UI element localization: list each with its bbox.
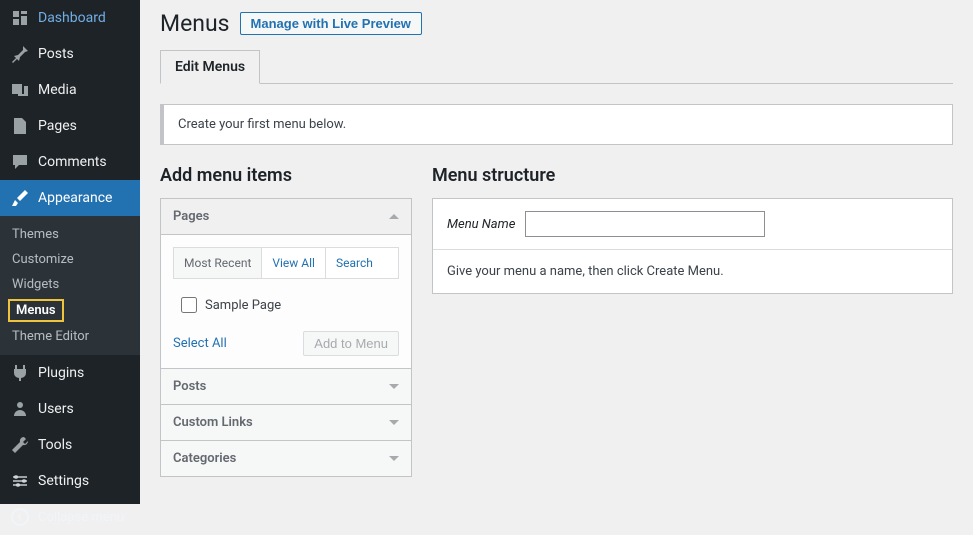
tab-edit-menus[interactable]: Edit Menus — [160, 50, 260, 84]
users-icon — [10, 399, 30, 419]
tab-most-recent[interactable]: Most Recent — [174, 248, 262, 278]
admin-sidebar: Dashboard Posts Media Pages Comments App… — [0, 0, 140, 504]
info-notice: Create your first menu below. — [160, 104, 953, 145]
page-item-row[interactable]: Sample Page — [173, 291, 399, 319]
select-all-link[interactable]: Select All — [173, 336, 227, 351]
live-preview-button[interactable]: Manage with Live Preview — [240, 12, 422, 35]
chevron-down-icon — [389, 384, 399, 389]
notice-text: Create your first menu below. — [178, 117, 346, 132]
page-header: Menus Manage with Live Preview — [160, 10, 953, 37]
submenu-widgets[interactable]: Widgets — [0, 272, 140, 297]
add-to-menu-button[interactable]: Add to Menu — [303, 331, 399, 356]
sidebar-label: Users — [38, 401, 130, 417]
chevron-up-icon — [389, 214, 399, 219]
sidebar-label: Dashboard — [38, 10, 130, 26]
sidebar-item-pages[interactable]: Pages — [0, 108, 140, 144]
accordion-toggle-custom-links[interactable]: Custom Links — [161, 405, 411, 440]
page-item-label: Sample Page — [205, 298, 281, 313]
main-content: Menus Manage with Live Preview Edit Menu… — [140, 0, 973, 504]
sidebar-item-comments[interactable]: Comments — [0, 144, 140, 180]
collapse-label: Collapse menu — [38, 510, 124, 525]
chevron-down-icon — [389, 456, 399, 461]
wrench-icon — [10, 435, 30, 455]
sidebar-item-posts[interactable]: Posts — [0, 36, 140, 72]
pin-icon — [10, 44, 30, 64]
submenu-theme-editor[interactable]: Theme Editor — [0, 324, 140, 349]
accordion-custom-links: Custom Links — [160, 404, 412, 441]
sidebar-label: Appearance — [38, 190, 130, 206]
comment-icon — [10, 152, 30, 172]
nav-tabs: Edit Menus — [160, 49, 953, 84]
appearance-submenu: Themes Customize Widgets Menus Theme Edi… — [0, 216, 140, 355]
sidebar-item-media[interactable]: Media — [0, 72, 140, 108]
add-items-title: Add menu items — [160, 165, 412, 186]
menu-panel: Menu Name Give your menu a name, then cl… — [432, 198, 953, 294]
page-title: Menus — [160, 10, 230, 37]
accordion-categories: Categories — [160, 440, 412, 477]
sidebar-item-users[interactable]: Users — [0, 391, 140, 427]
sidebar-item-appearance[interactable]: Appearance — [0, 180, 140, 216]
pages-icon — [10, 116, 30, 136]
menu-structure-column: Menu structure Menu Name Give your menu … — [432, 165, 953, 476]
collapse-menu-button[interactable]: Collapse menu — [0, 499, 140, 535]
collapse-icon — [10, 507, 30, 527]
sidebar-label: Pages — [38, 118, 130, 134]
accordion-label: Categories — [173, 451, 236, 466]
pages-filter-tabs: Most Recent View All Search — [173, 247, 399, 279]
tab-view-all[interactable]: View All — [262, 248, 326, 278]
plug-icon — [10, 363, 30, 383]
sidebar-label: Comments — [38, 154, 130, 170]
sidebar-item-settings[interactable]: Settings — [0, 463, 140, 499]
submenu-menus[interactable]: Menus — [8, 299, 64, 322]
menu-panel-body: Give your menu a name, then click Create… — [433, 250, 952, 293]
accordion-toggle-posts[interactable]: Posts — [161, 369, 411, 404]
chevron-down-icon — [389, 420, 399, 425]
accordion-label: Custom Links — [173, 415, 253, 430]
menu-panel-header: Menu Name — [433, 199, 952, 250]
sidebar-label: Plugins — [38, 365, 130, 381]
menu-instruction: Give your menu a name, then click Create… — [447, 264, 938, 279]
sidebar-label: Media — [38, 82, 130, 98]
sidebar-item-tools[interactable]: Tools — [0, 427, 140, 463]
media-icon — [10, 80, 30, 100]
sidebar-label: Settings — [38, 473, 130, 489]
sliders-icon — [10, 471, 30, 491]
submenu-customize[interactable]: Customize — [0, 247, 140, 272]
tab-search[interactable]: Search — [326, 248, 383, 278]
menu-name-label: Menu Name — [447, 217, 515, 232]
add-menu-items-column: Add menu items Pages Most Recent View Al… — [160, 165, 412, 476]
accordion-pages: Pages Most Recent View All Search Sample… — [160, 198, 412, 369]
accordion-body-pages: Most Recent View All Search Sample Page … — [161, 234, 411, 368]
accordion-toggle-pages[interactable]: Pages — [161, 199, 411, 234]
accordion-posts: Posts — [160, 368, 412, 405]
sidebar-item-plugins[interactable]: Plugins — [0, 355, 140, 391]
sidebar-item-dashboard[interactable]: Dashboard — [0, 0, 140, 36]
structure-title: Menu structure — [432, 165, 953, 186]
brush-icon — [10, 188, 30, 208]
menu-name-input[interactable] — [525, 211, 765, 237]
sidebar-label: Posts — [38, 46, 130, 62]
accordion-label: Pages — [173, 209, 209, 224]
page-checkbox[interactable] — [181, 297, 197, 313]
sidebar-label: Tools — [38, 437, 130, 453]
accordion-toggle-categories[interactable]: Categories — [161, 441, 411, 476]
submenu-themes[interactable]: Themes — [0, 222, 140, 247]
accordion-label: Posts — [173, 379, 206, 394]
dashboard-icon — [10, 8, 30, 28]
